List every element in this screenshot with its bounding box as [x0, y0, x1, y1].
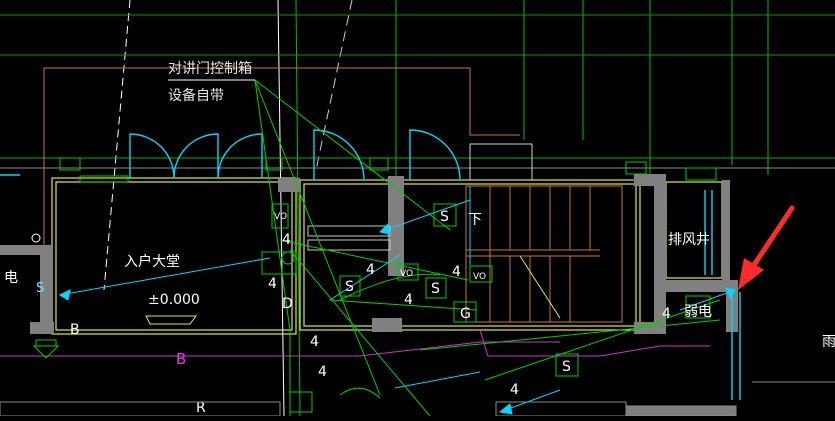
door-swing	[217, 133, 263, 179]
stairs	[465, 185, 623, 323]
door-swing	[129, 133, 175, 179]
wire	[499, 389, 561, 413]
vo-label: VO	[400, 269, 413, 279]
axis-lines	[0, 0, 835, 417]
shaft-outline	[665, 181, 723, 279]
red-annotation-arrow	[738, 205, 795, 290]
door-swing	[173, 133, 219, 179]
ground-symbol	[35, 339, 57, 347]
exhaust-shaft-label: 排风井	[668, 232, 710, 248]
frame	[79, 175, 129, 183]
elevation-marker	[145, 315, 197, 325]
walls-grey	[0, 174, 738, 334]
device-circle	[31, 233, 41, 243]
axis-line-dashed	[103, 0, 131, 291]
wire	[394, 371, 481, 389]
num-marker: 4	[366, 262, 375, 278]
s-label: S	[440, 209, 449, 225]
axis-line-dashed	[315, 0, 353, 171]
stair-arrow-line	[519, 255, 561, 319]
intercom-box-label: 对讲门控制箱	[168, 61, 252, 77]
rain-label: 雨	[822, 334, 835, 350]
weak-current-label: 弱电	[684, 304, 712, 320]
intercom-box-sublabel: 设备自带	[168, 87, 224, 104]
down-label: 下	[468, 212, 482, 228]
elevation-label: ±0.000	[148, 292, 200, 308]
vo-label: VO	[473, 272, 486, 282]
door-swing	[313, 129, 365, 181]
axis-line	[277, 0, 285, 417]
num-marker: 4	[282, 232, 291, 248]
s-label: S	[345, 279, 354, 295]
frame	[469, 143, 533, 181]
stair-box	[465, 185, 623, 323]
wall	[372, 318, 402, 332]
steps-left	[307, 225, 391, 251]
num-marker: 4	[318, 364, 327, 380]
electric-label: 电	[4, 270, 18, 286]
bottom-wall	[625, 405, 737, 417]
step	[307, 225, 391, 237]
arrow-shaft	[749, 205, 795, 271]
door-swing	[409, 129, 461, 181]
bottom-wall	[495, 401, 627, 417]
vo-label: VO	[274, 212, 287, 222]
arrowhead	[498, 403, 513, 415]
lobby-label: 入户大堂	[124, 253, 180, 270]
num-marker: 4	[268, 276, 277, 292]
wall	[664, 280, 736, 292]
num-marker: 4	[510, 382, 519, 398]
device	[289, 391, 313, 413]
axis-b-left-label: B	[70, 322, 80, 338]
devices: VO VO VO S S S S G	[31, 203, 711, 413]
s-label: S	[562, 359, 571, 375]
wall	[722, 180, 730, 280]
arrow-head	[738, 258, 764, 290]
wire	[339, 387, 381, 399]
d-mark-label: D	[282, 296, 293, 312]
bottom-details	[0, 381, 835, 417]
cad-drawing-canvas: VO VO VO S S S S G 对讲门控制箱 设备自带 入户大堂 ±0.0…	[0, 0, 835, 417]
g-label: G	[460, 306, 471, 322]
bottom-wall	[0, 401, 281, 417]
frame	[685, 167, 717, 181]
axis-b-mid-label: B	[176, 350, 186, 368]
floor-plan-drawing: VO VO VO S S S S G 对讲门控制箱 设备自带 入户大堂 ±0.0…	[0, 0, 835, 417]
s-label: S	[431, 281, 440, 297]
wall	[30, 322, 54, 334]
num-marker: 4	[662, 306, 671, 322]
num-marker: 4	[404, 292, 413, 308]
num-marker: 4	[310, 334, 319, 350]
s-mark-label: S	[36, 281, 44, 296]
arrowhead	[58, 289, 71, 301]
num-marker: 4	[452, 264, 461, 280]
